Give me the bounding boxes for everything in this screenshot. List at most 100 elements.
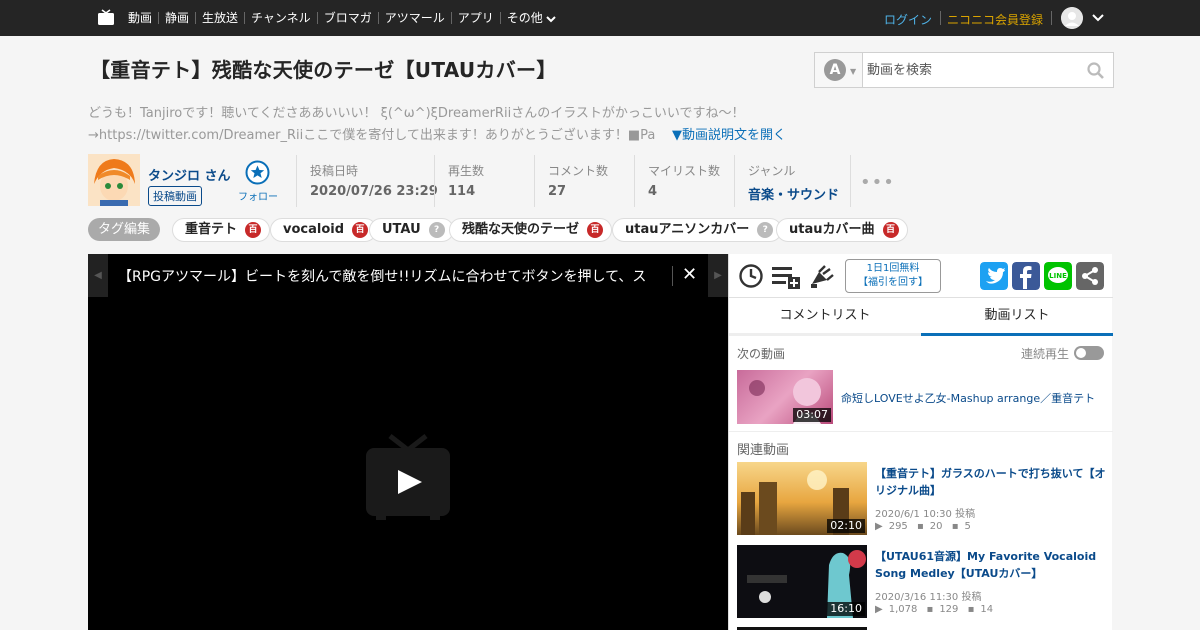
login-link[interactable]: ログイン (884, 11, 932, 28)
search-box: A ▼ (814, 52, 1114, 88)
share-icon[interactable] (1076, 262, 1104, 290)
arrow-right-icon[interactable]: ▶ (708, 254, 728, 297)
tag-item[interactable]: UTAU ? (369, 218, 454, 242)
mylist-stat: マイリスト数 4 (648, 162, 720, 199)
toggle-knob (1076, 348, 1086, 358)
free-lottery-line2: 【福引を回す】 (858, 277, 928, 288)
tab-video-list[interactable]: 動画リスト (921, 298, 1113, 336)
video-player[interactable]: ◀ 【RPGアツマール】ビートを刻んで敵を倒せ!!リズムに合わせてボタンを押して… (88, 254, 728, 630)
mylist-icon: ▪ (951, 521, 959, 532)
search-mode-icon: A (824, 59, 846, 81)
nav-more-label: その他 (506, 11, 543, 25)
tag-item[interactable]: 残酷な天使のテーゼ 百 (449, 218, 613, 242)
owner-videos-button[interactable]: 投稿動画 (148, 186, 202, 206)
genre-label: ジャンル (748, 164, 796, 178)
nav-more[interactable]: その他 (499, 11, 562, 25)
free-lottery-line1: 1日1回無料 (866, 263, 920, 274)
tag-item[interactable]: vocaloid 百 (270, 218, 378, 242)
side-toolbar: 1日1回無料 【福引を回す】 LINE (729, 254, 1113, 298)
mylist-count: 5 (964, 521, 971, 532)
duration-badge: 02:10 (827, 519, 865, 533)
description-line: →https://twitter.com/Dreamer_Riiここで僕を寄付し… (88, 128, 656, 143)
divider (940, 11, 941, 25)
next-video-label: 次の動画 (737, 347, 786, 361)
search-mode-button[interactable]: A ▼ (815, 53, 863, 87)
related-video-date: 2020/3/16 11:30 投稿 (875, 592, 982, 603)
register-link[interactable]: ニコニコ会員登録 (947, 11, 1043, 28)
chevron-down-icon[interactable] (1092, 13, 1104, 23)
nav-channel[interactable]: チャンネル (244, 12, 317, 24)
free-lottery-button[interactable]: 1日1回無料 【福引を回す】 (845, 259, 941, 293)
add-mylist-icon[interactable] (772, 263, 802, 289)
posted-value: 2020/07/26 23:29 (310, 184, 438, 199)
user-avatar[interactable] (1061, 7, 1083, 29)
duration-badge: 16:10 (827, 602, 865, 616)
nav-video[interactable]: 動画 (120, 12, 158, 24)
notice-text[interactable]: 【RPGアツマール】ビートを刻んで敵を倒せ!!リズムに合わせてボタンを押して、ス (118, 266, 670, 286)
comment-icon: ▪ (916, 521, 924, 532)
svg-text:LINE: LINE (1049, 272, 1067, 280)
views-label: 再生数 (448, 164, 485, 178)
genre-stat: ジャンル 音楽・サウンド (748, 162, 839, 203)
autoplay-toggle[interactable] (1074, 346, 1104, 360)
tag-item[interactable]: 重音テト 百 (172, 218, 271, 242)
facebook-icon[interactable] (1012, 262, 1040, 290)
next-video-thumbnail[interactable]: 03:07 (737, 370, 833, 424)
user-icon (1061, 7, 1083, 29)
dictionary-icon[interactable]: 百 (587, 222, 604, 238)
nav-atsumaru[interactable]: アツマール (377, 12, 451, 24)
tag-item[interactable]: utauアニソンカバー ? (612, 218, 783, 242)
play-button-icon[interactable] (366, 432, 450, 522)
player-notice-bar: ◀ 【RPGアツマール】ビートを刻んで敵を倒せ!!リズムに合わせてボタンを押して… (88, 254, 728, 297)
nav-live[interactable]: 生放送 (195, 12, 244, 24)
related-video-thumbnail[interactable]: 16:10 (737, 545, 867, 618)
mylist-value: 4 (648, 184, 658, 199)
owner-avatar[interactable] (88, 154, 140, 206)
expand-description-link[interactable]: ▼動画説明文を開く (672, 124, 786, 143)
owner-name[interactable]: タンジロ さん (148, 165, 231, 184)
dictionary-icon[interactable]: 百 (245, 222, 262, 238)
comments-count: 20 (929, 521, 943, 532)
genre-link[interactable]: 音楽・サウンド (748, 184, 839, 203)
more-menu-button[interactable]: ••• (860, 172, 895, 193)
dictionary-icon[interactable]: ? (757, 222, 774, 238)
search-input[interactable] (867, 59, 1077, 81)
views-icon: ▶ (875, 521, 883, 532)
next-video-title[interactable]: 命短しLOVEせよ乙女-Mashup arrange／重音テト (841, 390, 1095, 406)
tag-edit-button[interactable]: タグ編集 (88, 218, 161, 241)
tag-item[interactable]: utauカバー曲 百 (776, 218, 908, 242)
niconico-logo-icon[interactable] (97, 9, 115, 26)
related-video-thumbnail[interactable]: 02:10 (737, 462, 867, 535)
related-video-date: 2020/6/1 10:30 投稿 (875, 509, 976, 520)
description-line: どうも！Tanjiroです！聴いてくださああいいい！ ξ(^ω^)ξDreame… (88, 106, 745, 121)
related-video-title[interactable]: 【重音テト】ガラスのハートで打ち抜いて【オリジナル曲】 (875, 465, 1107, 499)
arrow-left-icon[interactable]: ◀ (88, 254, 108, 297)
comments-value: 27 (548, 184, 567, 199)
tag-label: 残酷な天使のテーゼ (462, 222, 580, 237)
comments-count: 129 (939, 604, 959, 615)
dictionary-icon[interactable]: 百 (352, 222, 369, 238)
divider (729, 431, 1113, 432)
owner-avatar-image (88, 154, 140, 206)
dictionary-icon[interactable]: ? (428, 222, 445, 238)
follow-star-icon[interactable] (245, 160, 270, 185)
divider (672, 266, 673, 286)
nicoad-megaphone-icon[interactable] (809, 262, 837, 290)
nav-seiga[interactable]: 静画 (158, 12, 195, 24)
nav-blomaga[interactable]: ブロマガ (316, 12, 378, 24)
clock-icon[interactable] (738, 263, 764, 289)
related-video-title[interactable]: 【UTAU61音源】My Favorite Vocaloid Song Medl… (875, 548, 1107, 582)
side-tabs: コメントリスト 動画リスト (729, 298, 1113, 336)
divider (634, 155, 635, 207)
dictionary-icon[interactable]: 百 (882, 222, 899, 238)
tag-label: vocaloid (283, 222, 345, 237)
close-icon[interactable]: ✕ (682, 264, 697, 285)
caret-down-icon: ▼ (850, 67, 857, 76)
follow-label[interactable]: フォロー (238, 188, 278, 203)
search-icon[interactable] (1087, 62, 1105, 80)
line-icon[interactable]: LINE (1044, 262, 1072, 290)
tab-comment-list[interactable]: コメントリスト (729, 298, 921, 336)
autoplay-label: 連続再生 (1021, 347, 1070, 361)
twitter-icon[interactable] (980, 262, 1008, 290)
nav-apps[interactable]: アプリ (450, 12, 500, 24)
